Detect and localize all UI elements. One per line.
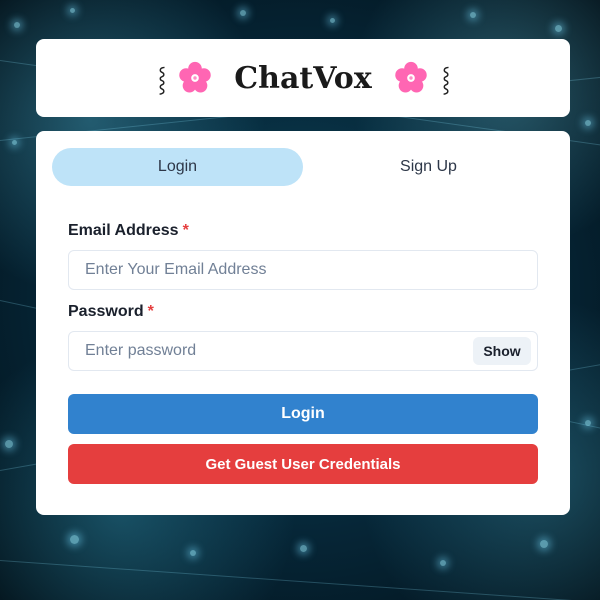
cherry-blossom-icon [394, 61, 427, 93]
guest-credentials-button[interactable]: Get Guest User Credentials [68, 444, 538, 484]
app-header: ⸾ ChatVox ⸾ [36, 39, 570, 117]
decoration-left: ⸾ [157, 64, 166, 93]
auth-form-card: Login Sign Up Email Address* Password* S… [36, 131, 570, 515]
password-input[interactable] [68, 331, 538, 371]
password-label: Password * [68, 303, 154, 321]
required-marker: * [182, 222, 189, 239]
password-label-text: Password [68, 303, 144, 320]
email-input[interactable] [68, 250, 538, 290]
login-button[interactable]: Login [68, 394, 538, 434]
show-password-button[interactable]: Show [473, 337, 531, 365]
email-label-text: Email Address [68, 222, 179, 239]
email-label: Email Address * [68, 222, 189, 240]
tab-signup[interactable]: Sign Up [303, 148, 554, 186]
cherry-blossom-icon [179, 61, 212, 93]
tab-login[interactable]: Login [52, 148, 303, 186]
decoration-right: ⸾ [441, 64, 450, 93]
required-marker: * [147, 303, 154, 320]
app-title: ChatVox [234, 60, 372, 96]
